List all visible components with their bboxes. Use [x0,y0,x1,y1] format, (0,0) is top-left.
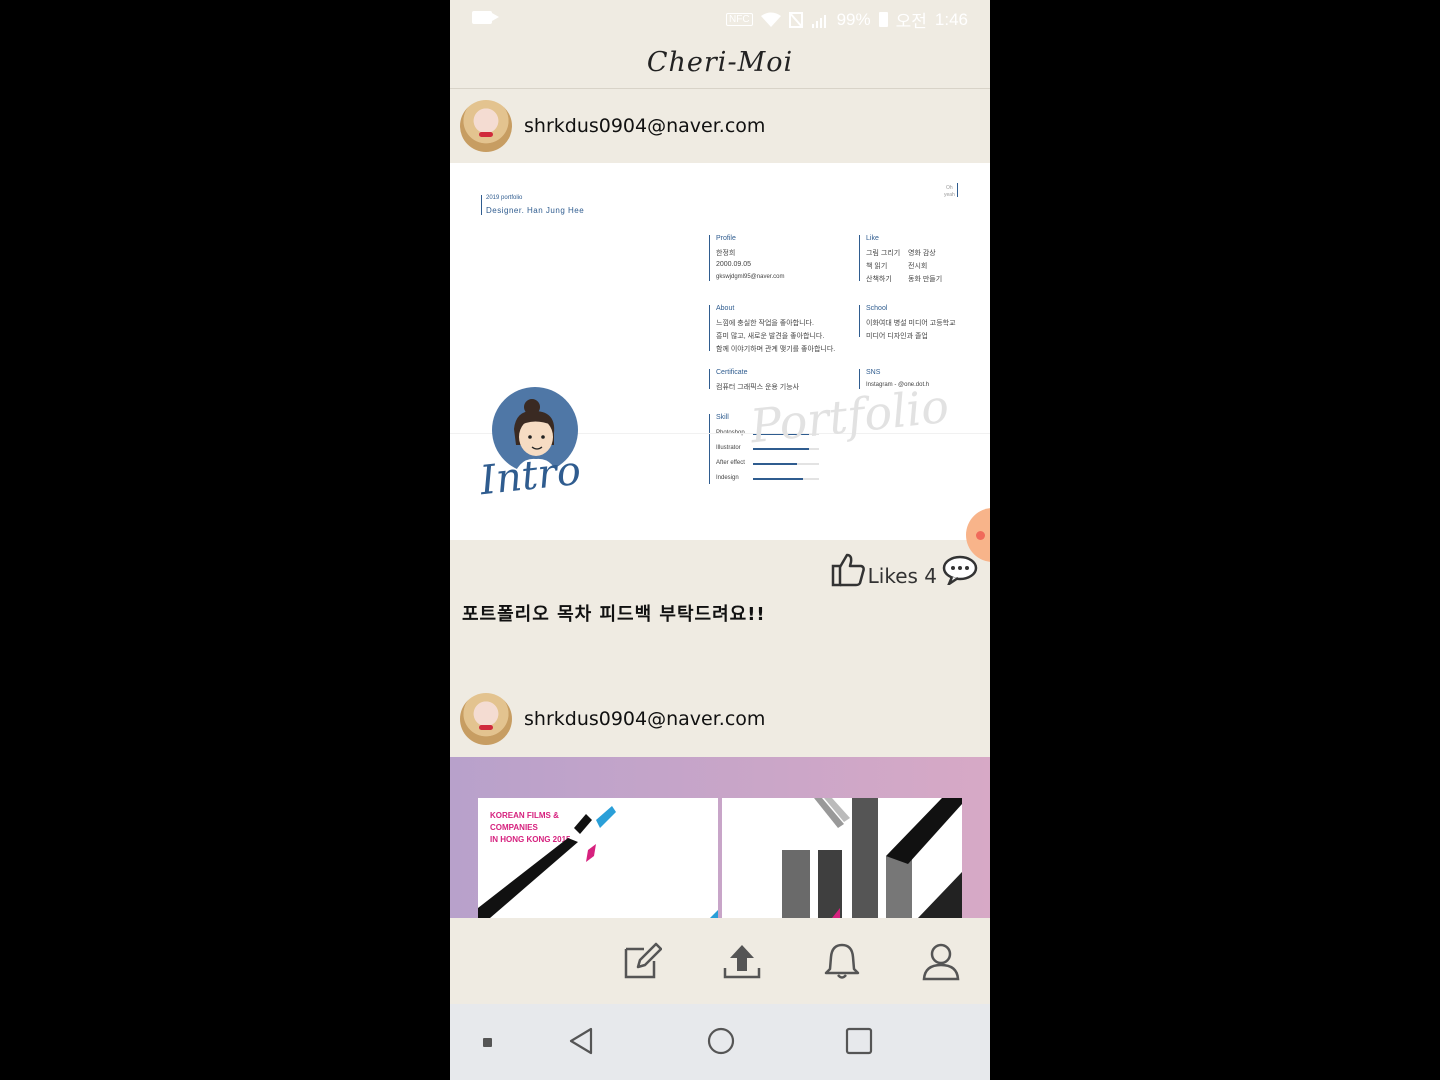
designer-name: Designer. Han Jung Hee [486,206,585,215]
signal-icon [811,14,826,28]
wifi-icon [760,12,781,27]
school-line: 이화여대 병설 미디어 고등학교 [866,320,956,327]
corner-text-1: Oh [946,185,953,191]
skill-bar [753,463,819,465]
profile-icon[interactable] [921,941,961,981]
post-image[interactable]: KOREAN FILMS & COMPANIES IN HONG KONG 20… [450,757,990,918]
certificate-heading: Certificate [716,369,748,376]
skill-heading: Skill [716,414,729,421]
divider [709,369,710,389]
skill-name: Illustrator [716,445,741,451]
dot-icon [976,531,985,540]
back-icon[interactable] [568,1026,594,1056]
school-line: 미디어 디자인과 졸업 [866,333,928,340]
book-page-left: KOREAN FILMS & COMPANIES IN HONG KONG 20… [478,798,718,918]
like-heading: Like [866,235,879,242]
nfc-icon: NFC [726,13,753,26]
phone-screen: NFC 99% 오전 1:46 Cheri-Moi shrkdus0904@na… [450,0,990,1080]
profile-line: gkswjdgml95@naver.com [716,274,785,280]
divider [957,183,958,197]
skill-name: Indesign [716,475,739,481]
divider [859,305,860,337]
post-header[interactable]: shrkdus0904@naver.com [450,681,990,757]
like-item: 책 읽기 [866,263,888,270]
post-image[interactable]: 2019 portfolio Designer. Han Jung Hee Oh… [450,163,990,540]
school-heading: School [866,305,888,312]
divider [859,369,860,389]
like-item: 그림 그리기 [866,250,901,257]
profile-line: 2000.09.05 [716,261,752,268]
corner-text-2: yeah [944,192,955,198]
like-item: 동화 만들기 [908,276,943,283]
screen-record-icon [472,11,499,24]
thumbs-up-icon[interactable] [830,551,866,587]
post-header[interactable]: shrkdus0904@naver.com [450,88,990,164]
skill-bar [753,478,819,480]
skill-bar-fill [753,463,798,465]
certificate-line: 컴퓨터 그래픽스 운용 기능사 [716,384,800,391]
home-icon[interactable] [706,1026,736,1056]
skill-name: After effect [716,460,745,466]
avatar[interactable] [460,693,512,745]
about-heading: About [716,305,735,312]
likes-count: Likes 4 [867,564,937,588]
username[interactable]: shrkdus0904@naver.com [524,708,765,730]
battery-percent: 99% [836,9,871,29]
divider [481,195,482,215]
book-page-right [722,798,962,918]
upload-icon[interactable] [722,941,762,981]
like-item: 전시회 [908,263,928,270]
dot-indicator [483,1038,492,1047]
like-item: 산책하기 [866,276,892,283]
status-bar: NFC 99% 오전 1:46 [450,0,990,34]
profile-line: 한정희 [716,250,736,257]
comment-icon[interactable] [942,555,978,585]
username[interactable]: shrkdus0904@naver.com [524,115,765,137]
like-item: 영화 감상 [908,250,936,257]
divider [709,414,710,484]
system-nav-bar [450,1004,990,1080]
write-icon[interactable] [622,941,662,981]
clock: 1:46 [934,9,968,29]
avatar[interactable] [460,100,512,152]
about-line: 흥미 많고, 새로운 발견을 좋아합니다. [716,333,825,340]
portfolio-year: 2019 portfolio [486,195,523,201]
am-pm: 오전 [895,12,927,31]
post-text: 포트폴리오 목차 피드백 부탁드려요!! [462,604,766,625]
photo-collage [782,798,962,918]
divider [709,305,710,351]
battery-icon [878,12,888,27]
divider [859,235,860,281]
profile-heading: Profile [716,235,736,242]
stripe-graphic [478,806,718,918]
intro-script: Intro [477,447,583,505]
about-line: 함께 이야기하며 관계 맺기를 좋아합니다. [716,346,836,353]
sns-heading: SNS [866,369,881,376]
skill-bar-fill [753,478,804,480]
no-sim-icon [788,11,803,28]
bottom-app-bar [450,918,990,1004]
post-actions: Likes 4 [450,540,990,600]
app-header: Cheri-Moi [450,34,990,89]
bell-icon[interactable] [822,941,862,981]
divider [709,235,710,281]
about-line: 느낌에 충실한 작업을 좋아합니다. [716,320,814,327]
recents-icon[interactable] [845,1026,873,1056]
app-title: Cheri-Moi [646,47,794,78]
